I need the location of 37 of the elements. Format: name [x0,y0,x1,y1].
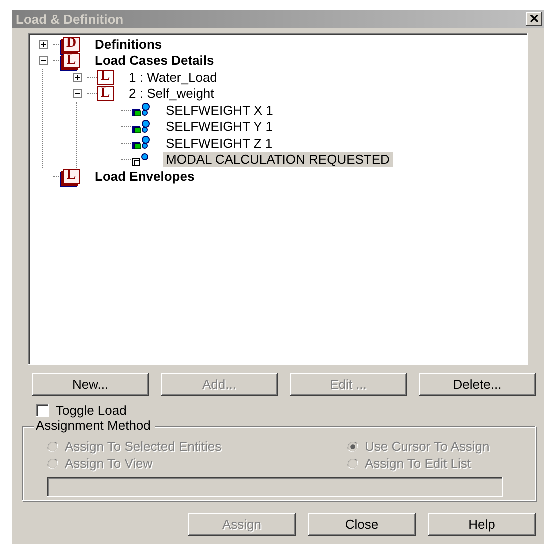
action-button[interactable]: Delete... [419,373,536,396]
modal-icon [131,152,151,167]
collapse-icon[interactable] [38,56,48,66]
entity-list-field[interactable] [47,477,503,497]
checkbox-label: Toggle Load [56,402,127,418]
radio-label: Use Cursor To Assign [365,439,490,454]
window-title: Load & Definition [16,12,124,26]
radio-label: Assign To Edit List [365,456,471,471]
dialog-button[interactable]: Close [308,513,416,536]
load-badge-icon: L [63,168,80,184]
tree-item[interactable]: Load Cases Details [92,53,218,68]
load-badge-icon: D [63,36,80,52]
collapse-icon[interactable] [72,89,82,98]
load-icon [131,103,151,118]
radio-label: Assign To Selected Entities [65,439,222,454]
tree-item[interactable]: SELFWEIGHT Y 1 [163,119,276,134]
tree-item[interactable]: Definitions [92,36,166,52]
radio-label: Assign To View [65,456,153,471]
action-button[interactable]: New... [32,373,149,396]
close-button[interactable] [526,12,542,26]
load-icon [131,136,151,150]
load-badge-icon: L [97,70,114,85]
load-icon [131,120,151,134]
tree-item[interactable]: SELFWEIGHT Z 1 [163,136,276,151]
group-title: Assignment Method [34,418,155,433]
expand-icon[interactable] [72,72,82,82]
load-badge-icon: L [97,86,114,102]
tree-item[interactable]: 2 : Self_weight [126,86,218,102]
tree-item[interactable]: MODAL CALCULATION REQUESTED [163,152,393,168]
expand-icon[interactable] [38,40,48,49]
load-badge-icon: L [63,53,80,68]
tree-item[interactable]: Load Envelopes [92,168,198,184]
close-icon [530,15,538,23]
dialog-button[interactable]: Help [428,513,536,536]
tree-item[interactable]: 1 : Water_Load [126,70,220,85]
toggle-checkbox[interactable] [36,404,49,416]
tree-item[interactable]: SELFWEIGHT X 1 [163,102,276,118]
